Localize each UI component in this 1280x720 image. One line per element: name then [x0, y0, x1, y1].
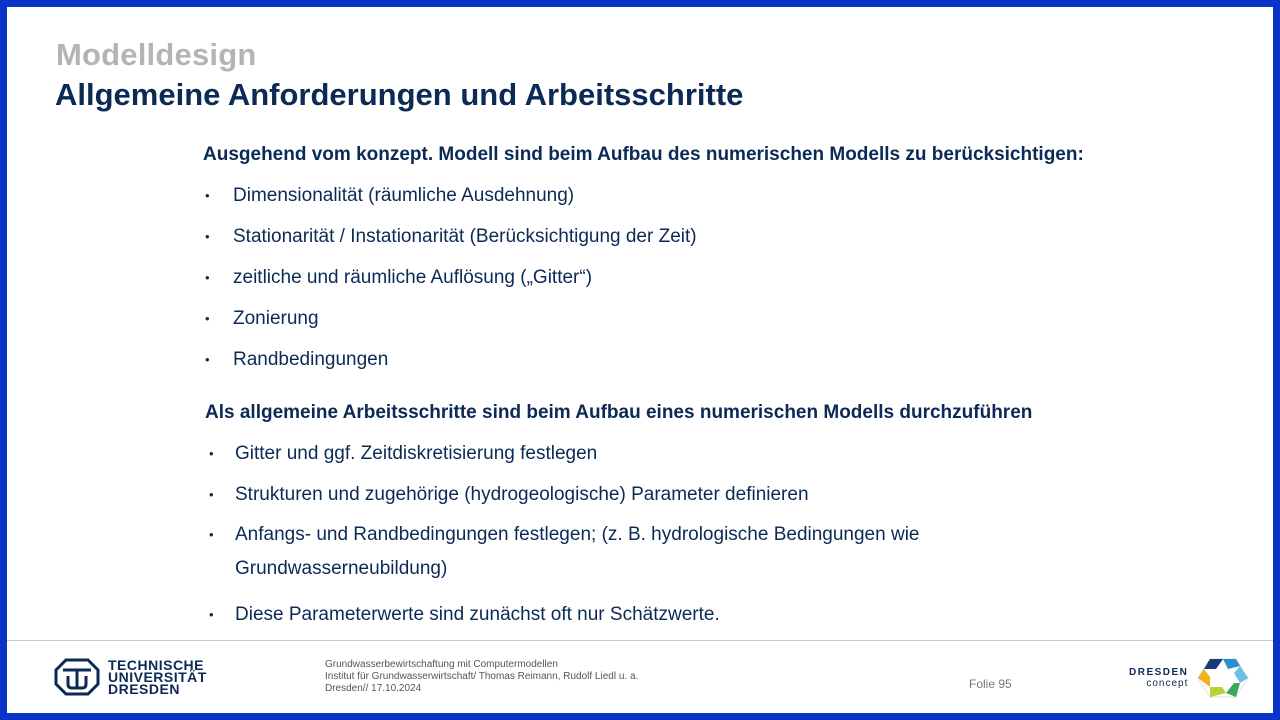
- slide-kicker: Modelldesign: [56, 37, 257, 72]
- bullet-icon: •: [205, 270, 210, 285]
- list-item-text: Anfangs- und Randbedingungen festlegen; …: [235, 524, 920, 579]
- list-item-text: Randbedingungen: [233, 349, 389, 370]
- workflow-list: • Gitter und ggf. Zeitdiskretisierung fes…: [203, 442, 1203, 627]
- slide-title: Allgemeine Anforderungen und Arbeitsschr…: [55, 77, 744, 112]
- list-item: • Randbedingungen: [203, 348, 1203, 372]
- tu-dresden-logo-icon: [54, 658, 100, 696]
- tu-dresden-wordmark: TECHNISCHE UNIVERSITÄT DRESDEN: [108, 658, 207, 696]
- dd-line2: concept: [1146, 678, 1189, 689]
- list-item-text: zeitliche und räumliche Auflösung („Gitt…: [233, 267, 593, 288]
- list-item-text: Gitter und ggf. Zeitdiskretisierung fest…: [235, 443, 598, 464]
- list-item: • Diese Parameterwerte sind zunächst oft …: [203, 603, 1203, 627]
- dresden-concept-wordmark: DRESDEN concept: [1129, 667, 1188, 689]
- list-item: • Dimensionalität (räumliche Ausdehnung): [203, 184, 1203, 208]
- list-item: • zeitliche und räumliche Auflösung („Git…: [203, 266, 1203, 290]
- footer-info: Grundwasserbewirtschaftung mit Computerm…: [325, 659, 638, 695]
- bullet-icon: •: [209, 607, 214, 622]
- bullet-icon: •: [209, 527, 214, 542]
- section-heading-requirements: Ausgehend vom konzept. Modell sind beim …: [203, 144, 1084, 165]
- slide: Modelldesign Allgemeine Anforderungen un…: [0, 0, 1280, 720]
- list-item: • Zonierung: [203, 307, 1203, 331]
- dd-line1: DRESDEN: [1129, 667, 1189, 678]
- list-item: • Stationarität / Instationarität (Berück…: [203, 225, 1203, 249]
- list-item-text: Zonierung: [233, 308, 319, 329]
- list-item-text: Strukturen und zugehörige (hydrogeologis…: [235, 484, 809, 505]
- section-heading-workflow: Als allgemeine Arbeitsschritte sind beim…: [205, 402, 1033, 423]
- list-item-text: Diese Parameterwerte sind zunächst oft n…: [235, 604, 720, 625]
- footer-course: Grundwasserbewirtschaftung mit Computerm…: [325, 659, 558, 670]
- bullet-icon: •: [205, 352, 210, 367]
- bullet-icon: •: [209, 487, 214, 502]
- dresden-concept-logo: DRESDEN concept: [1129, 657, 1250, 699]
- dresden-concept-logo-icon: [1197, 658, 1249, 698]
- footer-date: Dresden// 17.10.2024: [325, 683, 422, 694]
- requirements-list: • Dimensionalität (räumliche Ausdehnung) …: [203, 184, 1203, 372]
- list-item: • Anfangs- und Randbedingungen festlegen;…: [203, 518, 975, 586]
- bullet-icon: •: [205, 311, 210, 326]
- bullet-icon: •: [205, 188, 210, 203]
- list-item: • Strukturen und zugehörige (hydrogeologi…: [203, 483, 1203, 507]
- list-item: • Gitter und ggf. Zeitdiskretisierung fes…: [203, 442, 1203, 466]
- list-item-text: Dimensionalität (räumliche Ausdehnung): [233, 185, 575, 206]
- slide-content: Ausgehend vom konzept. Modell sind beim …: [203, 135, 1203, 627]
- slide-number: Folie 95: [969, 677, 1012, 691]
- list-item-text: Stationarität / Instationarität (Berücks…: [233, 226, 697, 247]
- bullet-icon: •: [205, 229, 210, 244]
- footer-authors: Institut für Grundwasserwirtschaft/ Thom…: [325, 671, 639, 682]
- bullet-icon: •: [209, 446, 214, 461]
- footer-divider: [7, 640, 1273, 641]
- tu-dresden-logo: TECHNISCHE UNIVERSITÄT DRESDEN: [54, 658, 207, 696]
